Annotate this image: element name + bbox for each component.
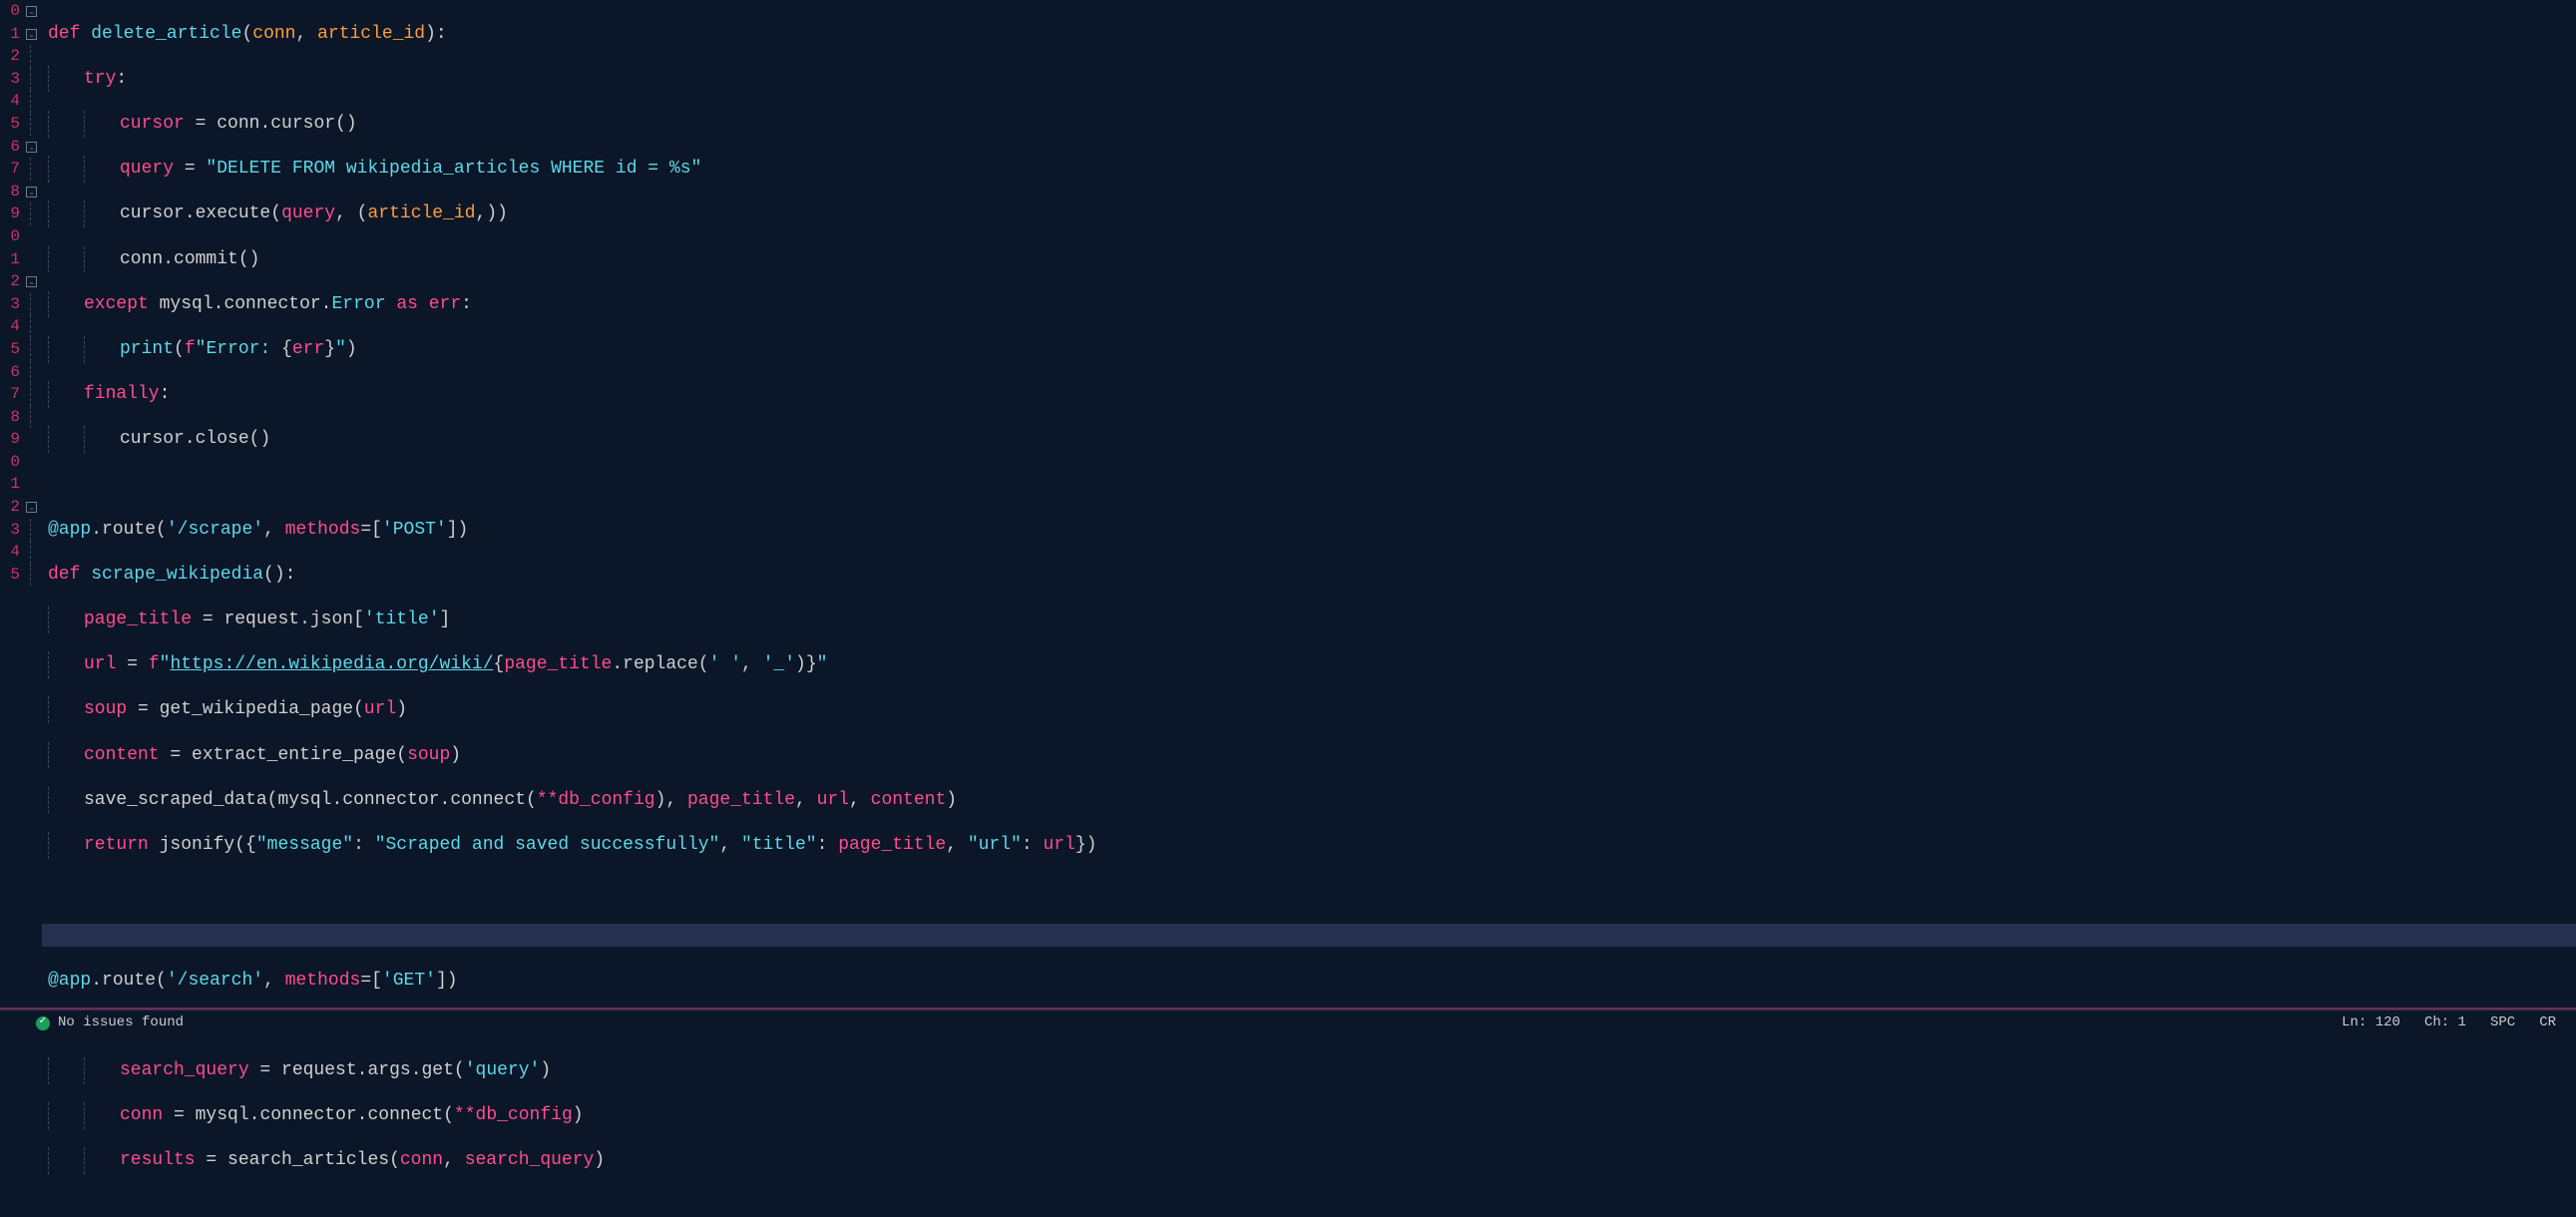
fold-guide xyxy=(22,541,42,564)
fold-guide xyxy=(22,361,42,384)
line-number[interactable]: 4 xyxy=(0,541,20,564)
fold-guide xyxy=(22,428,42,451)
code-line[interactable]: .soup = get_wikipedia_page(url) xyxy=(42,698,2576,721)
code-line[interactable]: .except mysql.connector.Error as err: xyxy=(42,293,2576,316)
fold-toggle-icon[interactable] xyxy=(22,496,42,519)
line-number[interactable]: 1 xyxy=(0,23,20,46)
code-line[interactable]: ..cursor.close() xyxy=(42,428,2576,451)
code-line[interactable]: ..conn.commit() xyxy=(42,248,2576,271)
fold-guide xyxy=(22,451,42,474)
code-line[interactable]: ..search_query = request.args.get('query… xyxy=(42,1059,2576,1082)
code-area[interactable]: def delete_article(conn, article_id): .t… xyxy=(42,0,2576,1010)
line-number[interactable]: 8 xyxy=(0,181,20,203)
status-line-ending[interactable]: CR xyxy=(2539,1012,2556,1034)
fold-toggle-icon[interactable] xyxy=(22,270,42,293)
code-line[interactable]: .page_title = request.json['title'] xyxy=(42,608,2576,631)
issues-status[interactable]: No issues found xyxy=(58,1012,184,1034)
fold-guide xyxy=(22,293,42,316)
code-line[interactable] xyxy=(42,473,2576,496)
line-number[interactable]: 7 xyxy=(0,383,20,406)
line-number[interactable]: 1 xyxy=(0,473,20,496)
line-number[interactable]: 2 xyxy=(0,45,20,68)
line-number[interactable]: 2 xyxy=(0,270,20,293)
code-line[interactable]: def delete_article(conn, article_id): xyxy=(42,23,2576,46)
line-number[interactable]: 0 xyxy=(0,0,20,23)
fold-guide xyxy=(22,113,42,136)
fold-guide xyxy=(22,45,42,68)
code-line[interactable]: .return jsonify({"message": "Scraped and… xyxy=(42,834,2576,857)
fold-toggle-icon[interactable] xyxy=(22,0,42,23)
line-number[interactable]: 2 xyxy=(0,496,20,519)
fold-toggle-icon[interactable] xyxy=(22,181,42,203)
fold-guide xyxy=(22,473,42,496)
fold-toggle-icon[interactable] xyxy=(22,136,42,159)
status-line-number[interactable]: Ln: 120 xyxy=(2342,1012,2400,1034)
fold-guide xyxy=(22,225,42,248)
line-number[interactable]: 0 xyxy=(0,225,20,248)
fold-guide xyxy=(22,68,42,91)
line-number[interactable]: 1 xyxy=(0,248,20,271)
fold-guide xyxy=(22,158,42,181)
status-indent-mode[interactable]: SPC xyxy=(2490,1012,2515,1034)
line-number[interactable]: 5 xyxy=(0,113,20,136)
line-number[interactable]: 5 xyxy=(0,564,20,587)
fold-guide xyxy=(22,383,42,406)
code-line[interactable]: ..conn = mysql.connector.connect(**db_co… xyxy=(42,1104,2576,1127)
fold-guide xyxy=(22,315,42,338)
code-line[interactable]: .content = extract_entire_page(soup) xyxy=(42,744,2576,767)
code-line[interactable]: .url = f"https://en.wikipedia.org/wiki/{… xyxy=(42,653,2576,676)
line-number-gutter[interactable]: 0 1 2 3 4 5 6 7 8 9 0 1 2 3 4 5 6 7 8 9 … xyxy=(0,0,22,1010)
code-line[interactable]: ..cursor.execute(query, (article_id,)) xyxy=(42,203,2576,225)
fold-guide xyxy=(22,406,42,429)
fold-guide xyxy=(22,338,42,361)
line-number[interactable]: 9 xyxy=(0,203,20,225)
line-number[interactable]: 9 xyxy=(0,428,20,451)
code-line[interactable]: ..query = "DELETE FROM wikipedia_article… xyxy=(42,158,2576,181)
line-number[interactable]: 3 xyxy=(0,519,20,542)
code-editor[interactable]: 0 1 2 3 4 5 6 7 8 9 0 1 2 3 4 5 6 7 8 9 … xyxy=(0,0,2576,1010)
code-line[interactable]: .try: xyxy=(42,68,2576,91)
code-line[interactable]: def scrape_wikipedia(): xyxy=(42,564,2576,587)
line-number[interactable]: 3 xyxy=(0,293,20,316)
code-line[interactable]: ..results = search_articles(conn, search… xyxy=(42,1149,2576,1172)
fold-guide xyxy=(22,519,42,542)
fold-guide xyxy=(22,248,42,271)
fold-guide xyxy=(22,564,42,587)
code-line[interactable]: ..cursor = conn.cursor() xyxy=(42,113,2576,136)
line-number[interactable]: 8 xyxy=(0,406,20,429)
code-line[interactable]: @app.route('/search', methods=['GET']) xyxy=(42,970,2576,993)
line-number[interactable]: 0 xyxy=(0,451,20,474)
status-bar: ✓ No issues found Ln: 120 Ch: 1 SPC CR xyxy=(0,1010,2576,1035)
check-circle-icon: ✓ xyxy=(36,1016,50,1030)
code-line[interactable]: @app.route('/scrape', methods=['POST']) xyxy=(42,519,2576,542)
code-line[interactable]: ..print(f"Error: {err}") xyxy=(42,338,2576,361)
line-number[interactable]: 4 xyxy=(0,315,20,338)
code-line[interactable]: .save_scraped_data(mysql.connector.conne… xyxy=(42,789,2576,812)
fold-toggle-icon[interactable] xyxy=(22,23,42,46)
status-column-number[interactable]: Ch: 1 xyxy=(2424,1012,2466,1034)
line-number[interactable]: 6 xyxy=(0,361,20,384)
line-number[interactable]: 5 xyxy=(0,338,20,361)
code-line[interactable] xyxy=(42,879,2576,902)
code-line-current[interactable] xyxy=(42,924,2576,947)
fold-guide xyxy=(22,203,42,225)
code-line[interactable]: .finally: xyxy=(42,383,2576,406)
line-number[interactable]: 3 xyxy=(0,68,20,91)
line-number[interactable]: 4 xyxy=(0,90,20,113)
fold-guide xyxy=(22,90,42,113)
line-number[interactable]: 6 xyxy=(0,136,20,159)
fold-column xyxy=(22,0,42,1010)
line-number[interactable]: 7 xyxy=(0,158,20,181)
